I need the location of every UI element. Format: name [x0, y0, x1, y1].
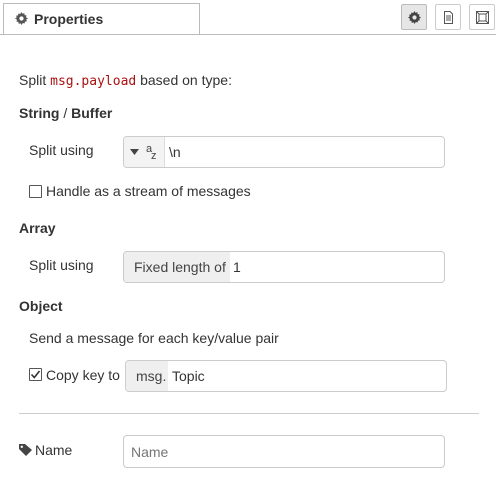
array-split-label: Split using	[29, 257, 94, 273]
description-view-button[interactable]	[435, 4, 461, 30]
copy-key-input[interactable]: msg. Topic	[125, 360, 447, 392]
tab-properties[interactable]: Properties	[3, 3, 200, 34]
string-heading-text: String	[19, 105, 60, 121]
stream-label: Handle as a stream of messages	[46, 183, 251, 199]
heading-separator: /	[59, 105, 72, 121]
string-split-label: Split using	[29, 142, 94, 158]
buffer-heading-text: Buffer	[71, 105, 113, 121]
tab-bar: Properties	[0, 0, 496, 35]
string-buffer-heading: String / Buffer	[19, 105, 112, 121]
intro-suffix: based on type:	[136, 72, 232, 88]
copy-key-value: Topic	[172, 368, 205, 384]
object-description: Send a message for each key/value pair	[29, 330, 279, 346]
expand-icon	[476, 11, 489, 24]
properties-view-button[interactable]	[401, 4, 427, 30]
caret-down-icon	[130, 149, 139, 155]
object-heading: Object	[19, 298, 63, 314]
gear-icon	[15, 12, 28, 25]
stream-checkbox[interactable]	[29, 185, 42, 198]
copy-key-label: Copy key to	[46, 367, 120, 383]
string-split-input[interactable]: a z \n	[123, 136, 445, 168]
array-split-input[interactable]: Fixed length of 1	[123, 251, 445, 283]
appearance-view-button[interactable]	[469, 4, 495, 30]
intro-text: Split msg.payload based on type:	[19, 72, 232, 89]
document-icon	[444, 11, 453, 24]
type-selector[interactable]: a z	[124, 137, 165, 167]
array-heading: Array	[19, 220, 56, 236]
type-icon-sub: z	[151, 150, 157, 162]
section-divider	[19, 413, 479, 414]
intro-code: msg.payload	[50, 74, 137, 89]
array-split-type[interactable]: Fixed length of	[124, 252, 230, 282]
array-length-value: 1	[233, 259, 241, 275]
tab-label: Properties	[34, 11, 104, 27]
copy-key-checkbox[interactable]	[29, 368, 42, 381]
intro-prefix: Split	[19, 72, 51, 88]
checkmark-icon	[30, 370, 41, 379]
tag-icon	[19, 444, 32, 456]
name-input[interactable]	[123, 435, 445, 468]
split-value: \n	[169, 144, 181, 160]
msg-prefix[interactable]: msg.	[126, 361, 168, 391]
tab-divider-line	[0, 34, 496, 35]
gear-icon	[408, 11, 421, 24]
name-label: Name	[35, 442, 73, 458]
